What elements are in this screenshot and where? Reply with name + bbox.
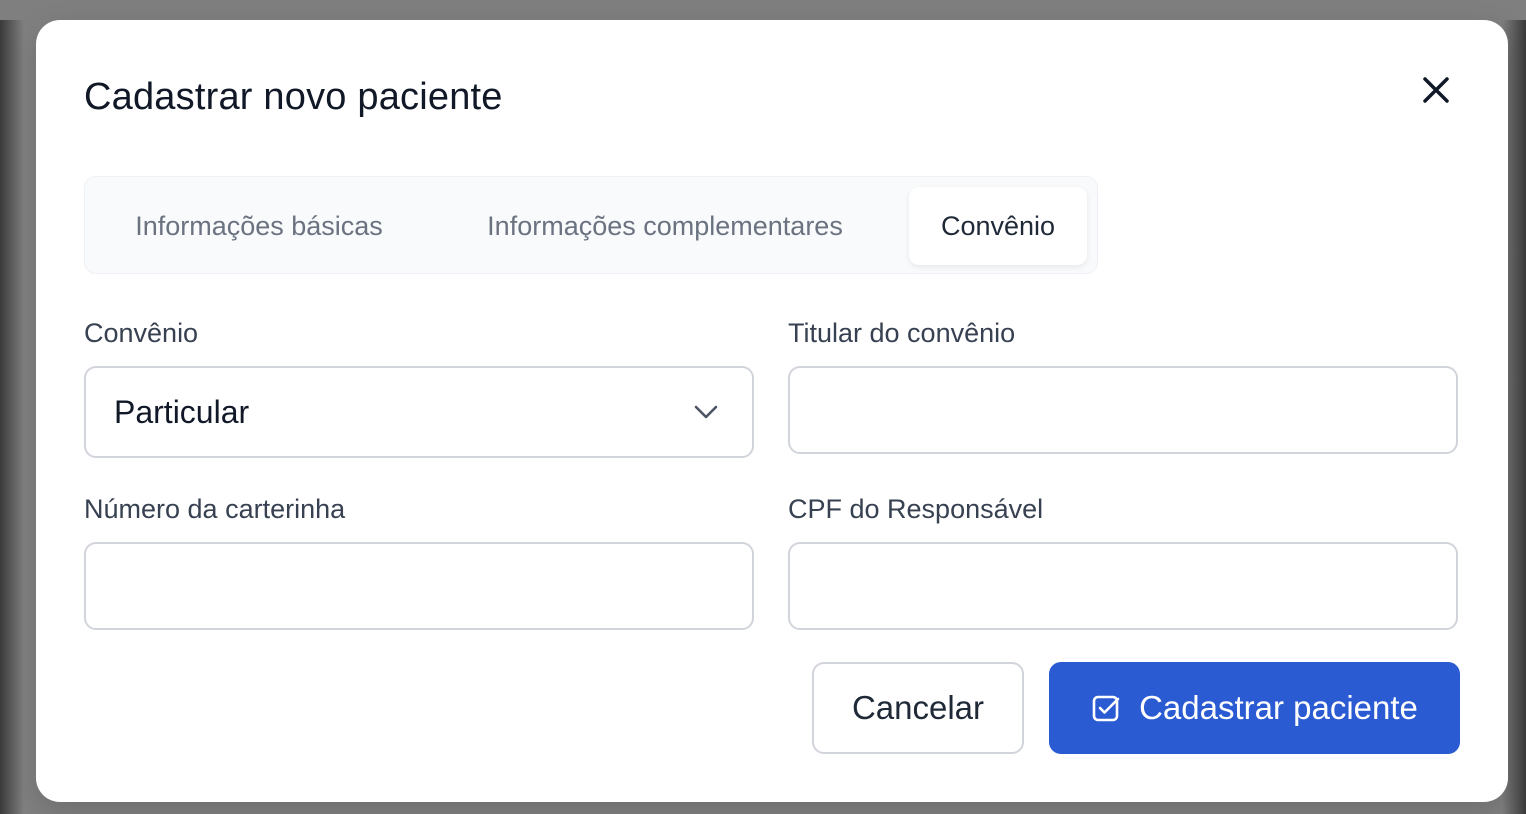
close-icon [1423, 77, 1449, 103]
chevron-down-icon [694, 405, 718, 419]
cancel-button[interactable]: Cancelar [812, 662, 1024, 754]
carterinha-input[interactable] [84, 542, 754, 630]
submit-button-label: Cadastrar paciente [1139, 689, 1418, 726]
tab-informacoes-basicas[interactable]: Informações básicas [99, 187, 419, 265]
cancel-button-label: Cancelar [851, 689, 985, 726]
register-patient-modal: Cadastrar novo paciente Informações bási… [36, 20, 1508, 802]
modal-title: Cadastrar novo paciente [84, 76, 503, 118]
titular-label: Titular do convênio [788, 318, 1016, 348]
convenio-select[interactable]: Particular [84, 366, 754, 458]
convenio-selected-value: Particular [114, 393, 250, 430]
checkbox-check-icon [1092, 695, 1120, 722]
submit-patient-button[interactable]: Cadastrar paciente [1049, 662, 1460, 754]
carterinha-label: Número da carterinha [84, 494, 346, 524]
cpf-responsavel-input[interactable] [788, 542, 1458, 630]
tab-convenio[interactable]: Convênio [909, 187, 1087, 265]
close-button[interactable] [1418, 72, 1454, 108]
convenio-label: Convênio [84, 318, 199, 348]
cpf-responsavel-label: CPF do Responsável [788, 494, 1044, 524]
titular-input[interactable] [788, 366, 1458, 454]
tab-informacoes-complementares[interactable]: Informações complementares [445, 187, 885, 265]
tab-list: Informações básicas Informações compleme… [84, 176, 1098, 274]
modal-backdrop [0, 0, 1526, 20]
